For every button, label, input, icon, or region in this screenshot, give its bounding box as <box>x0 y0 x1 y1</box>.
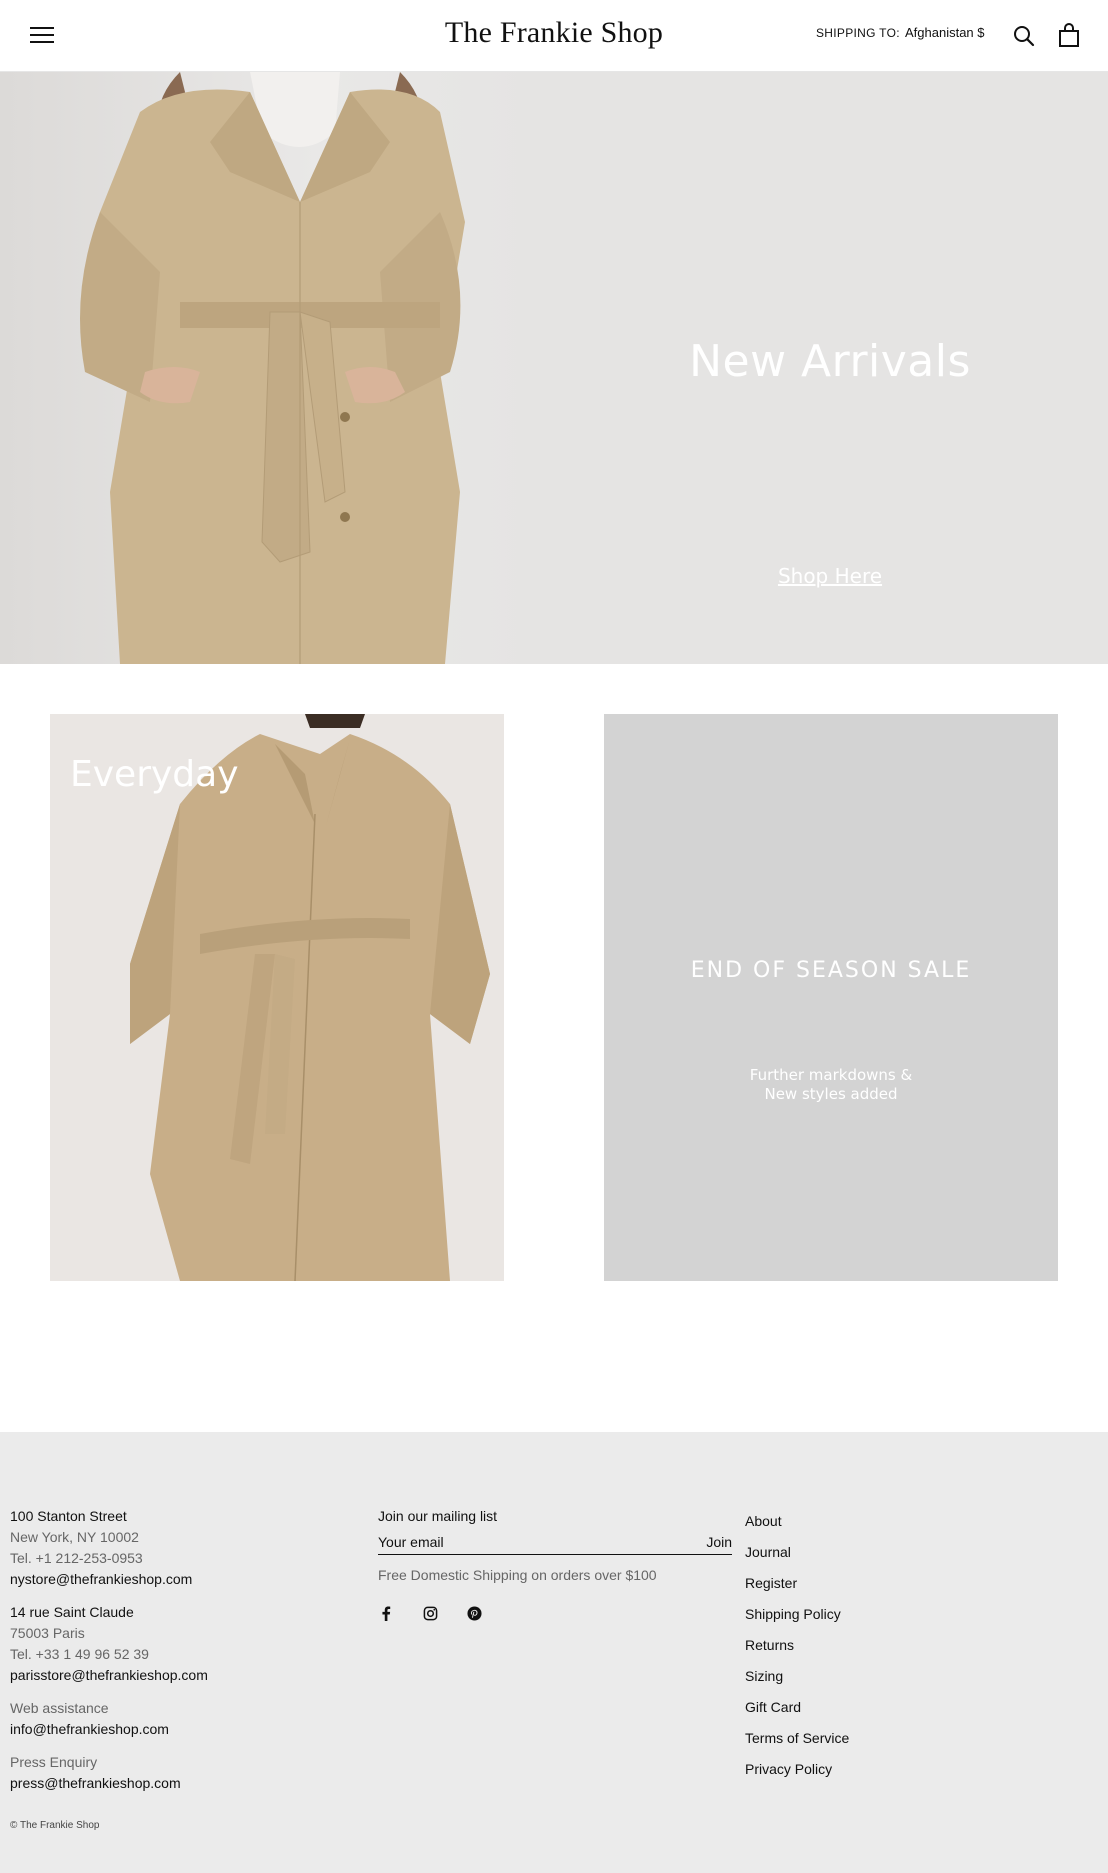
footer-newsletter-column: Join our mailing list Join Free Domestic… <box>378 1506 732 1621</box>
footer-nav: About Journal Register Shipping Policy R… <box>745 1506 1045 1785</box>
everyday-title: Everyday <box>70 754 239 795</box>
search-icon[interactable] <box>1012 24 1036 48</box>
shipping-label: SHIPPING TO: <box>816 26 900 40</box>
pinterest-icon[interactable] <box>466 1605 482 1621</box>
paris-email-link[interactable]: parisstore@thefrankieshop.com <box>10 1665 350 1686</box>
footer-link-about[interactable]: About <box>745 1506 1045 1537</box>
hero-model-image <box>0 72 530 664</box>
ny-email-link[interactable]: nystore@thefrankieshop.com <box>10 1569 350 1590</box>
footer-link-returns[interactable]: Returns <box>745 1630 1045 1661</box>
everyday-collection-tile[interactable]: Everyday <box>50 714 504 1281</box>
shopping-bag-icon[interactable] <box>1058 22 1080 48</box>
ny-city: New York, NY 10002 <box>10 1529 139 1545</box>
ny-store-address: 100 Stanton Street New York, NY 10002 Te… <box>10 1506 350 1590</box>
footer-link-shipping-policy[interactable]: Shipping Policy <box>745 1599 1045 1630</box>
free-shipping-note: Free Domestic Shipping on orders over $1… <box>378 1567 657 1583</box>
footer-link-register[interactable]: Register <box>745 1568 1045 1599</box>
footer-link-terms[interactable]: Terms of Service <box>745 1723 1045 1754</box>
hero-shop-link[interactable]: Shop Here <box>740 564 920 588</box>
site-footer: 100 Stanton Street New York, NY 10002 Te… <box>0 1432 1108 1873</box>
web-assistance: Web assistance info@thefrankieshop.com <box>10 1698 350 1740</box>
paris-store-address: 14 rue Saint Claude 75003 Paris Tel. +33… <box>10 1602 350 1686</box>
paris-city: 75003 Paris <box>10 1625 85 1641</box>
newsletter-email-input[interactable] <box>378 1531 678 1553</box>
hero-banner[interactable]: New Arrivals Shop Here <box>0 72 1108 664</box>
press-enquiry: Press Enquiry press@thefrankieshop.com <box>10 1752 350 1794</box>
newsletter-form: Join <box>378 1531 732 1555</box>
footer-link-sizing[interactable]: Sizing <box>745 1661 1045 1692</box>
hero-title: New Arrivals <box>689 336 971 387</box>
ny-street: 100 Stanton Street <box>10 1508 127 1524</box>
footer-contact-column: 100 Stanton Street New York, NY 10002 Te… <box>10 1506 350 1806</box>
site-header: The Frankie Shop SHIPPING TO: Afghanista… <box>0 0 1108 72</box>
press-label: Press Enquiry <box>10 1754 98 1770</box>
ny-tel: Tel. +1 212-253-0953 <box>10 1550 143 1566</box>
social-links <box>378 1605 732 1621</box>
footer-link-gift-card[interactable]: Gift Card <box>745 1692 1045 1723</box>
sale-subtitle: Further markdowns & New styles added <box>604 1066 1058 1104</box>
web-assistance-label: Web assistance <box>10 1700 109 1716</box>
paris-street: 14 rue Saint Claude <box>10 1604 134 1620</box>
shipping-country-select[interactable]: Afghanistan $ <box>905 25 987 40</box>
sale-title: END OF SEASON SALE <box>690 958 972 983</box>
instagram-icon[interactable] <box>422 1605 438 1621</box>
footer-link-privacy[interactable]: Privacy Policy <box>745 1754 1045 1785</box>
paris-tel: Tel. +33 1 49 96 52 39 <box>10 1646 149 1662</box>
mailing-list-title: Join our mailing list <box>378 1508 498 1524</box>
everyday-model-image <box>130 714 490 1281</box>
web-assistance-email-link[interactable]: info@thefrankieshop.com <box>10 1719 350 1740</box>
copyright: © The Frankie Shop <box>10 1820 100 1831</box>
sale-tile[interactable]: END OF SEASON SALE Further markdowns & N… <box>604 714 1058 1281</box>
press-email-link[interactable]: press@thefrankieshop.com <box>10 1773 350 1794</box>
sale-subtitle-line1: Further markdowns & <box>749 1066 913 1084</box>
hamburger-menu-icon[interactable] <box>30 25 54 45</box>
newsletter-join-button[interactable]: Join <box>706 1534 732 1550</box>
brand-logo[interactable]: The Frankie Shop <box>445 16 663 49</box>
sale-subtitle-line2: New styles added <box>764 1085 898 1103</box>
footer-link-journal[interactable]: Journal <box>745 1537 1045 1568</box>
facebook-icon[interactable] <box>378 1605 394 1621</box>
